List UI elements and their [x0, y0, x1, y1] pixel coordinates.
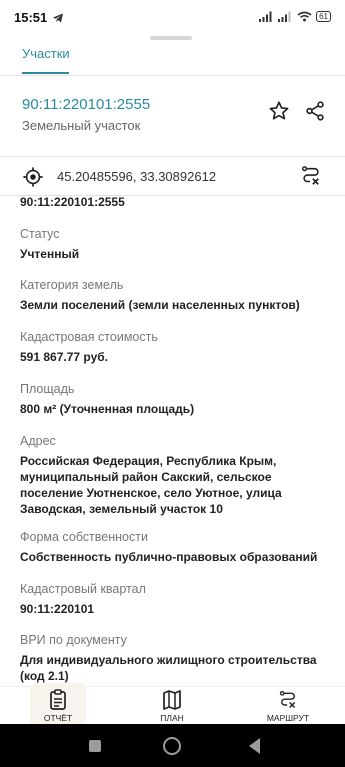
cadastral-number-value: 90:11:220101:2555: [20, 196, 125, 209]
cadastral-number: 90:11:220101:2555: [22, 96, 151, 113]
nav-route-button[interactable]: МАРШРУТ: [248, 687, 328, 724]
signal-icon-2: [278, 11, 291, 22]
field-value: Российская Федерация, Республика Крым, м…: [20, 454, 282, 516]
nav-route-label: МАРШРУТ: [266, 713, 310, 723]
field-label: Площадь: [20, 382, 75, 396]
tab-parcels[interactable]: Участки: [22, 46, 70, 61]
recent-apps-button[interactable]: [89, 740, 101, 752]
object-type: Земельный участок: [22, 118, 141, 133]
tab-bar: Участки: [0, 36, 345, 76]
coordinates-text: 45.20485596, 33.30892612: [57, 169, 217, 184]
nav-report-button[interactable]: ОТЧЁТ: [18, 687, 98, 724]
field-value: 90:11:220101: [20, 602, 95, 616]
map-icon: [163, 690, 181, 710]
bottom-navigation: ОТЧЁТ ПЛАН МАРШРУТ: [0, 683, 345, 724]
home-button[interactable]: [163, 737, 181, 755]
field-value: 800 м² (Уточненная площадь): [20, 402, 195, 416]
object-header: 90:11:220101:2555 Земельный участок: [0, 76, 345, 156]
field-ownership: Форма собственности Собственность публич…: [20, 529, 338, 565]
field-cadastral-value: Кадастровая стоимость 591 867.77 руб.: [20, 329, 338, 365]
signal-icon: [259, 11, 272, 22]
field-label: ВРИ по документу: [20, 633, 127, 647]
field-label: Статус: [20, 227, 60, 241]
field-label: Форма собственности: [20, 530, 148, 544]
details-sheet: Участки 90:11:220101:2555 Земельный учас…: [0, 36, 345, 724]
share-icon[interactable]: [304, 100, 326, 122]
tab-underline: [22, 72, 69, 74]
status-bar: 15:51 61: [0, 0, 345, 36]
field-value: 591 867.77 руб.: [20, 350, 108, 364]
details-list: 90:11:220101:2555 Статус Учтенный Катего…: [0, 196, 345, 686]
nav-plan-label: ПЛАН: [160, 713, 184, 723]
field-value: Для индивидуального жилищного строительс…: [20, 653, 317, 683]
field-label: Категория земель: [20, 278, 124, 292]
target-location-icon[interactable]: [22, 166, 44, 188]
nav-plan-button[interactable]: ПЛАН: [132, 687, 212, 724]
route-icon: [279, 691, 296, 709]
clipboard-icon: [50, 689, 66, 710]
field-permitted-use: ВРИ по документу Для индивидуального жил…: [20, 632, 338, 684]
back-button[interactable]: [249, 738, 260, 754]
nav-report-label: ОТЧЁТ: [43, 713, 73, 723]
wifi-icon: [297, 11, 312, 22]
field-label: Кадастровая стоимость: [20, 330, 158, 344]
battery-icon: 61: [316, 11, 331, 22]
field-label: Кадастровый квартал: [20, 582, 146, 596]
field-label: Адрес: [20, 434, 56, 448]
system-navigation-bar: [0, 724, 345, 767]
status-time: 15:51: [14, 10, 48, 25]
coordinates-row[interactable]: 45.20485596, 33.30892612: [0, 156, 345, 196]
field-address: Адрес Российская Федерация, Республика К…: [20, 433, 338, 517]
field-value: Учтенный: [20, 247, 80, 261]
drag-handle[interactable]: [150, 36, 192, 40]
favorite-star-icon[interactable]: [268, 100, 290, 122]
route-clear-icon[interactable]: [300, 165, 322, 187]
system-icons: 61: [259, 11, 331, 22]
field-area: Площадь 800 м² (Уточненная площадь): [20, 381, 338, 417]
field-cadastral-quarter: Кадастровый квартал 90:11:220101: [20, 581, 338, 617]
field-status: Статус Учтенный: [20, 226, 338, 262]
field-land-category: Категория земель Земли поселений (земли …: [20, 277, 338, 313]
field-value: Собственность публично-правовых образова…: [20, 550, 318, 564]
field-value: Земли поселений (земли населенных пункто…: [20, 298, 300, 312]
telegram-icon: [53, 13, 63, 23]
